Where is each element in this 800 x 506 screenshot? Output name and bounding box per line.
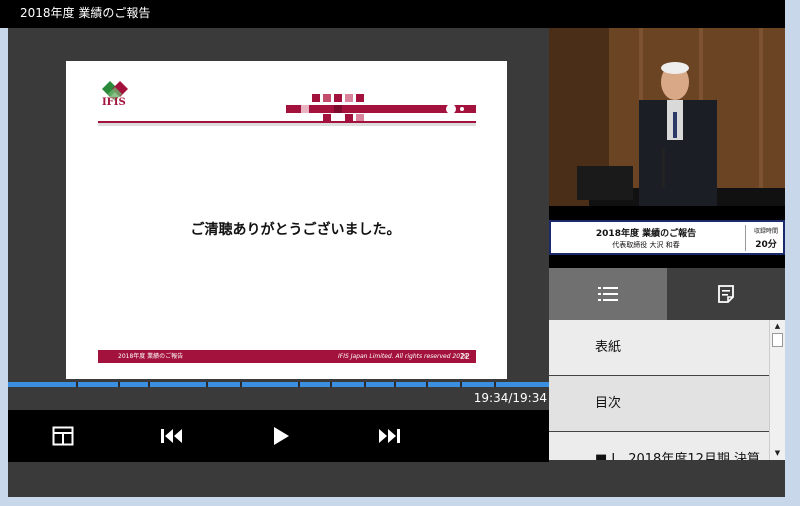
seek-bar-tick	[364, 382, 366, 387]
toc-item-cover[interactable]: 表紙	[549, 320, 769, 376]
seek-bar-tick	[148, 382, 150, 387]
seek-bar-tick	[206, 382, 208, 387]
toc-list: 表紙 目次 ■ I 2018年度12月期 決算	[549, 320, 785, 460]
speaker-video[interactable]	[549, 28, 785, 206]
seek-bar-ticks	[76, 382, 496, 387]
player-window: 2018年度 業績のご報告 IFIS ご清聴ありがとうございました。 2018年…	[0, 0, 800, 506]
slide-logo-text: IFIS	[102, 97, 126, 108]
sidebar-bottom	[549, 460, 785, 497]
speaker-video-frame	[549, 28, 785, 206]
toc-item-contents[interactable]: 目次	[549, 376, 769, 432]
seek-bar-tick	[118, 382, 120, 387]
window-border-left	[0, 28, 8, 498]
play-button[interactable]	[267, 422, 295, 450]
window-border-right	[785, 0, 800, 506]
seek-bar-tick	[330, 382, 332, 387]
scroll-up-icon[interactable]: ▲	[770, 320, 785, 333]
slide-footer-title: 2018年度 業績のご報告	[118, 353, 184, 360]
time-display: 19:34/19:34	[473, 391, 547, 405]
seek-bar[interactable]	[8, 380, 549, 388]
seek-bar-tick	[76, 382, 78, 387]
slide: IFIS ご清聴ありがとうございました。 2018年度 業績のご報告 IFIS …	[66, 61, 507, 379]
skip-forward-button[interactable]	[375, 422, 403, 450]
seek-bar-tick	[240, 382, 242, 387]
skip-back-icon	[161, 429, 182, 443]
window-title: 2018年度 業績のご報告	[0, 0, 800, 28]
caption-title: 2018年度 業績のご報告	[595, 229, 697, 239]
toc-item-section-1[interactable]: ■ I 2018年度12月期 決算	[549, 432, 769, 460]
player-bottom	[8, 462, 549, 497]
caption-divider	[745, 225, 746, 251]
layout-icon	[52, 426, 74, 446]
caption-duration-label: 収録時間	[753, 228, 778, 235]
list-icon	[598, 287, 618, 301]
time-bar: 19:34/19:34	[8, 388, 549, 410]
slide-footer: 2018年度 業績のご報告 IFIS Japan Limited. All ri…	[98, 350, 476, 363]
scroll-down-icon[interactable]: ▼	[770, 447, 785, 460]
caption-presenter: 代表取締役 大沢 和春	[612, 241, 680, 249]
slide-stage: IFIS ご清聴ありがとうございました。 2018年度 業績のご報告 IFIS …	[8, 28, 549, 380]
seek-bar-tick	[298, 382, 300, 387]
scroll-thumb[interactable]	[772, 333, 783, 347]
player-controls	[8, 410, 549, 462]
slide-header-shadow	[98, 123, 476, 126]
caption-gap	[549, 255, 785, 268]
slide-main-text: ご清聴ありがとうございました。	[190, 222, 401, 238]
notes-icon	[718, 285, 734, 303]
seek-bar-tick	[426, 382, 428, 387]
sidebar-tabs	[549, 268, 785, 320]
caption-duration: 20分	[755, 240, 777, 250]
caption-box: 2018年度 業績のご報告 代表取締役 大沢 和春 収録時間 20分	[549, 220, 785, 255]
play-icon	[274, 427, 289, 445]
tab-notes[interactable]	[667, 268, 785, 320]
slide-footer-copyright: IFIS Japan Limited. All rights reserved …	[338, 353, 468, 360]
seek-bar-tick	[460, 382, 462, 387]
seek-bar-tick	[494, 382, 496, 387]
layout-button[interactable]	[49, 422, 77, 450]
window-border-bottom	[0, 497, 800, 506]
seek-bar-tick	[394, 382, 396, 387]
tab-toc[interactable]	[549, 268, 667, 320]
slide-page-number: 22	[459, 352, 470, 361]
video-bottom-bar	[549, 206, 785, 220]
toc-scrollbar[interactable]: ▲ ▼	[769, 320, 785, 460]
slide-header-banner	[286, 94, 476, 122]
skip-forward-icon	[379, 429, 400, 443]
skip-back-button[interactable]	[158, 422, 186, 450]
